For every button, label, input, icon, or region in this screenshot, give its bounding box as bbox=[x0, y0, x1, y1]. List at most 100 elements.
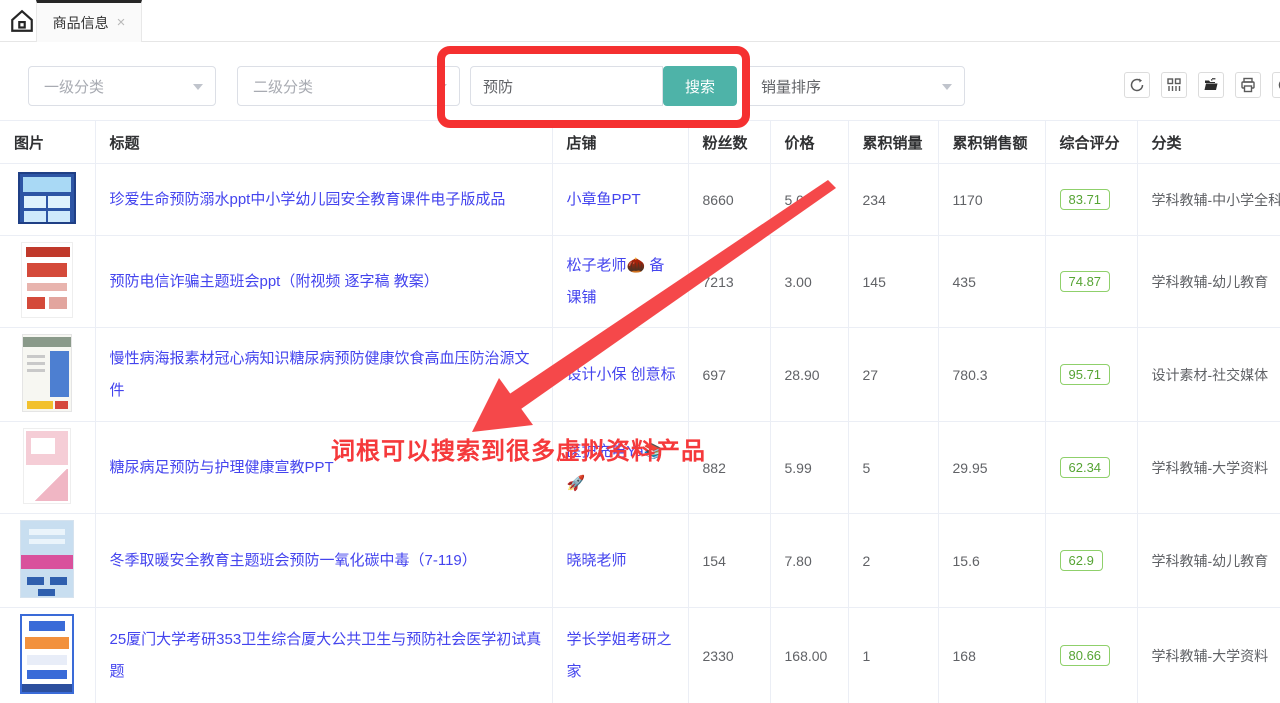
export-icon bbox=[1203, 77, 1219, 93]
column-settings-icon bbox=[1166, 77, 1182, 93]
col-header-image: 图片 bbox=[0, 121, 95, 164]
product-title-link[interactable]: 慢性病海报素材冠心病知识糖尿病预防健康饮食高血压防治源文件 bbox=[110, 350, 530, 399]
cell-sales: 145 bbox=[848, 236, 938, 328]
shop-link[interactable]: 医护充电Ya📚 🚀 bbox=[567, 443, 663, 492]
cell-image bbox=[0, 422, 95, 514]
table-row: 珍爱生命预防溺水ppt中小学幼儿园安全教育课件电子版成品 小章鱼PPT 8660… bbox=[0, 164, 1280, 236]
cell-image bbox=[0, 328, 95, 422]
cell-amount: 15.6 bbox=[938, 514, 1045, 608]
product-thumbnail[interactable] bbox=[23, 428, 71, 504]
cell-sales: 5 bbox=[848, 422, 938, 514]
shop-link[interactable]: 小章鱼PPT bbox=[567, 191, 641, 208]
table-row: 慢性病海报素材冠心病知识糖尿病预防健康饮食高血压防治源文件 设计小保 创意标 6… bbox=[0, 328, 1280, 422]
sort-select[interactable]: 销量排序 bbox=[745, 66, 965, 106]
product-thumbnail[interactable] bbox=[21, 242, 73, 318]
cell-shop: 学长学姐考研之家 bbox=[552, 608, 688, 703]
product-title-link[interactable]: 冬季取暖安全教育主题班会预防一氧化碳中毒（7-119） bbox=[110, 552, 477, 569]
product-thumbnail[interactable] bbox=[22, 334, 72, 412]
col-header-shop: 店铺 bbox=[552, 121, 688, 164]
search-input[interactable] bbox=[470, 66, 663, 106]
cell-amount: 29.95 bbox=[938, 422, 1045, 514]
shop-link[interactable]: 设计小保 创意标 bbox=[567, 366, 676, 383]
col-header-sales: 累积销量 bbox=[848, 121, 938, 164]
product-title-link[interactable]: 预防电信诈骗主题班会ppt（附视频 逐字稿 教案） bbox=[110, 273, 439, 290]
column-settings-button[interactable] bbox=[1161, 72, 1187, 98]
product-thumbnail[interactable] bbox=[20, 520, 74, 598]
cell-title: 珍爱生命预防溺水ppt中小学幼儿园安全教育课件电子版成品 bbox=[95, 164, 552, 236]
level2-category-select[interactable]: 二级分类 bbox=[237, 66, 460, 106]
cell-amount: 168 bbox=[938, 608, 1045, 703]
cell-sales: 27 bbox=[848, 328, 938, 422]
shop-link[interactable]: 松子老师🌰 备课铺 bbox=[567, 257, 665, 306]
cell-price: 168.00 bbox=[770, 608, 848, 703]
cell-sales: 1 bbox=[848, 608, 938, 703]
home-icon bbox=[9, 22, 35, 37]
cell-price: 7.80 bbox=[770, 514, 848, 608]
table-row: 冬季取暖安全教育主题班会预防一氧化碳中毒（7-119） 晓晓老师 154 7.8… bbox=[0, 514, 1280, 608]
table-row: 预防电信诈骗主题班会ppt（附视频 逐字稿 教案） 松子老师🌰 备课铺 7213… bbox=[0, 236, 1280, 328]
cell-category: 学科教辅-中小学全科 bbox=[1137, 164, 1280, 236]
cell-price: 5.99 bbox=[770, 422, 848, 514]
cell-title: 冬季取暖安全教育主题班会预防一氧化碳中毒（7-119） bbox=[95, 514, 552, 608]
close-icon[interactable]: × bbox=[117, 15, 126, 30]
cell-image bbox=[0, 236, 95, 328]
sort-select-value: 销量排序 bbox=[761, 76, 821, 97]
cell-category: 学科教辅-幼儿教育 bbox=[1137, 514, 1280, 608]
refresh-icon bbox=[1129, 77, 1145, 93]
cell-shop: 医护充电Ya📚 🚀 bbox=[552, 422, 688, 514]
cell-score: 83.71 bbox=[1045, 164, 1137, 236]
refresh-button[interactable] bbox=[1124, 72, 1150, 98]
shop-link[interactable]: 晓晓老师 bbox=[567, 552, 627, 569]
cell-fans: 697 bbox=[688, 328, 770, 422]
cell-fans: 882 bbox=[688, 422, 770, 514]
product-title-link[interactable]: 25厦门大学考研353卫生综合厦大公共卫生与预防社会医学初试真题 bbox=[110, 631, 542, 680]
cell-price: 28.90 bbox=[770, 328, 848, 422]
table-row: 糖尿病足预防与护理健康宣教PPT 医护充电Ya📚 🚀 882 5.99 5 29… bbox=[0, 422, 1280, 514]
col-header-fans: 粉丝数 bbox=[688, 121, 770, 164]
tab-product-info[interactable]: 商品信息 × bbox=[36, 0, 142, 42]
table-body: 珍爱生命预防溺水ppt中小学幼儿园安全教育课件电子版成品 小章鱼PPT 8660… bbox=[0, 164, 1280, 703]
extra-tool-button[interactable] bbox=[1272, 72, 1280, 98]
score-badge: 74.87 bbox=[1060, 271, 1111, 292]
product-title-link[interactable]: 糖尿病足预防与护理健康宣教PPT bbox=[110, 459, 334, 476]
export-button[interactable] bbox=[1198, 72, 1224, 98]
cell-amount: 780.3 bbox=[938, 328, 1045, 422]
cell-amount: 435 bbox=[938, 236, 1045, 328]
cell-image bbox=[0, 514, 95, 608]
cell-title: 预防电信诈骗主题班会ppt（附视频 逐字稿 教案） bbox=[95, 236, 552, 328]
cell-score: 62.9 bbox=[1045, 514, 1137, 608]
col-header-price: 价格 bbox=[770, 121, 848, 164]
score-badge: 62.9 bbox=[1060, 550, 1103, 571]
cell-title: 糖尿病足预防与护理健康宣教PPT bbox=[95, 422, 552, 514]
cell-fans: 154 bbox=[688, 514, 770, 608]
print-icon bbox=[1240, 77, 1256, 93]
cell-image bbox=[0, 608, 95, 703]
score-badge: 95.71 bbox=[1060, 364, 1111, 385]
product-title-link[interactable]: 珍爱生命预防溺水ppt中小学幼儿园安全教育课件电子版成品 bbox=[110, 191, 506, 208]
chevron-down-icon bbox=[437, 84, 447, 90]
cell-price: 3.00 bbox=[770, 236, 848, 328]
shop-link[interactable]: 学长学姐考研之家 bbox=[567, 631, 672, 680]
chevron-down-icon bbox=[942, 84, 952, 90]
level1-category-select[interactable]: 一级分类 bbox=[28, 66, 216, 106]
col-header-amount: 累积销售额 bbox=[938, 121, 1045, 164]
cell-fans: 8660 bbox=[688, 164, 770, 236]
col-header-category: 分类 bbox=[1137, 121, 1280, 164]
product-table: 图片 标题 店铺 粉丝数 价格 累积销量 累积销售额 综合评分 分类 珍爱生命预… bbox=[0, 120, 1280, 703]
print-button[interactable] bbox=[1235, 72, 1261, 98]
cell-shop: 松子老师🌰 备课铺 bbox=[552, 236, 688, 328]
search-button[interactable]: 搜索 bbox=[663, 66, 737, 106]
cell-shop: 设计小保 创意标 bbox=[552, 328, 688, 422]
product-thumbnail[interactable] bbox=[20, 614, 74, 694]
cell-score: 80.66 bbox=[1045, 608, 1137, 703]
cell-shop: 晓晓老师 bbox=[552, 514, 688, 608]
table-header-row: 图片 标题 店铺 粉丝数 价格 累积销量 累积销售额 综合评分 分类 bbox=[0, 121, 1280, 164]
product-thumbnail[interactable] bbox=[18, 172, 76, 224]
home-button[interactable] bbox=[8, 8, 36, 36]
cell-category: 学科教辅-幼儿教育 bbox=[1137, 236, 1280, 328]
cell-fans: 2330 bbox=[688, 608, 770, 703]
cell-sales: 2 bbox=[848, 514, 938, 608]
level2-category-placeholder: 二级分类 bbox=[253, 76, 313, 97]
score-badge: 80.66 bbox=[1060, 645, 1111, 666]
cell-category: 学科教辅-大学资料 bbox=[1137, 422, 1280, 514]
